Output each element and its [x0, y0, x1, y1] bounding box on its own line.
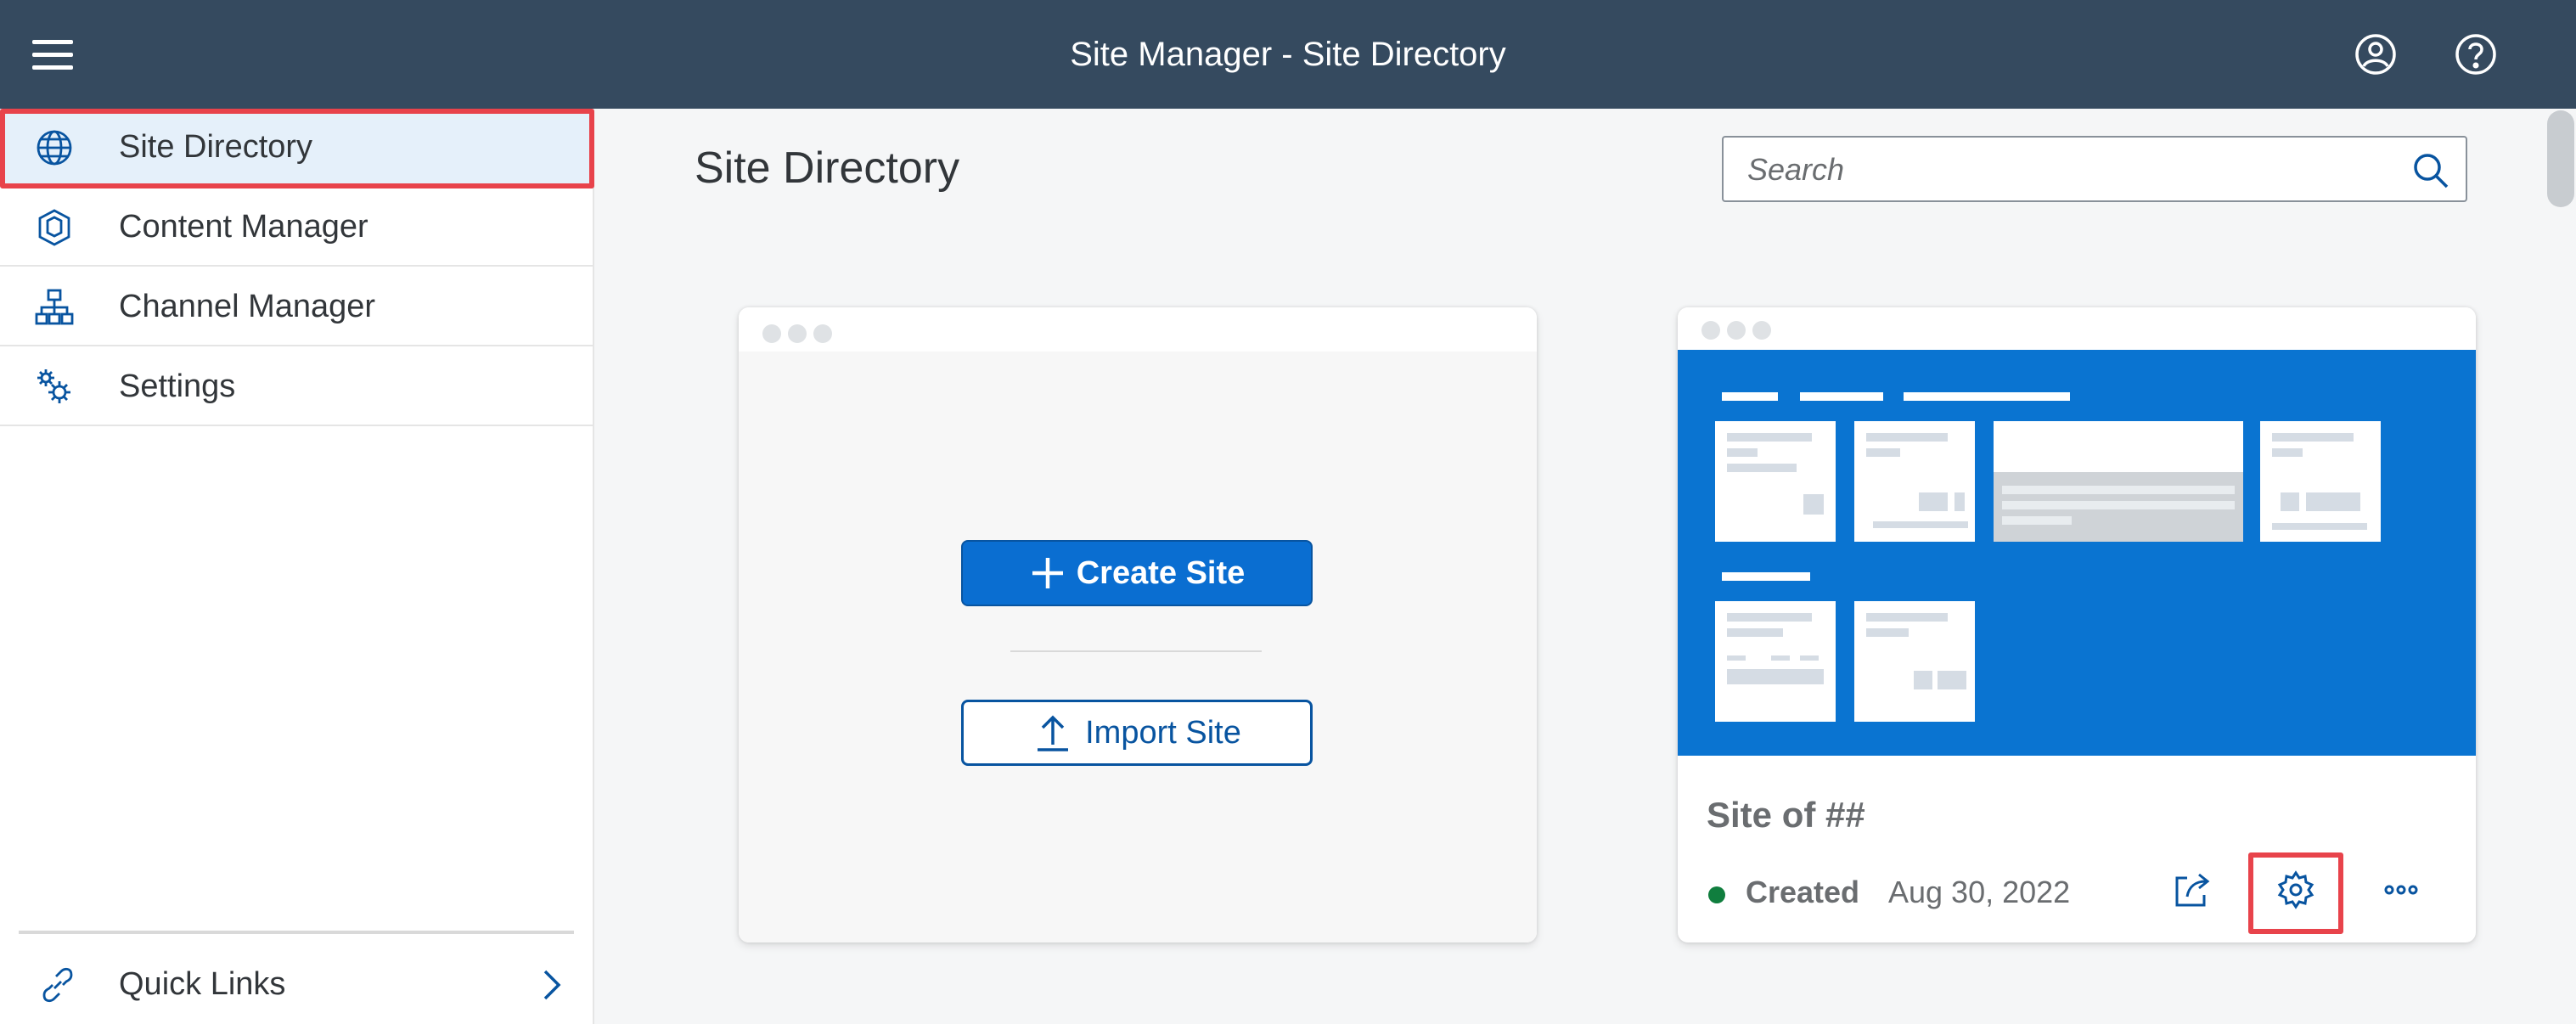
status-badge: Created	[1746, 875, 1860, 909]
share-icon[interactable]	[2168, 866, 2216, 914]
chevron-right-icon[interactable]	[533, 966, 571, 1004]
cube-icon	[34, 207, 75, 248]
link-icon	[37, 965, 78, 1005]
sidebar-divider	[19, 931, 574, 934]
globe-icon	[34, 127, 75, 168]
settings-icon[interactable]	[2272, 866, 2320, 914]
import-site-label: Import Site	[1085, 714, 1241, 751]
card-browser-bar	[739, 307, 1537, 352]
sidebar-item-label: Settings	[119, 368, 236, 404]
import-site-button[interactable]: Import Site	[961, 700, 1313, 766]
status-indicator	[1708, 886, 1725, 903]
more-icon[interactable]	[2377, 866, 2425, 914]
upload-icon	[1038, 715, 1069, 751]
sidebar-item-site-directory[interactable]: Site Directory	[0, 109, 593, 187]
help-icon[interactable]	[2452, 31, 2500, 78]
card-browser-bar	[1678, 307, 2476, 352]
sidebar-item-label: Site Directory	[119, 128, 313, 165]
page-title: Site Directory	[695, 143, 960, 193]
sidebar-item-content-manager[interactable]: Content Manager	[0, 188, 593, 267]
shell-title: Site Manager - Site Directory	[1070, 36, 1506, 73]
create-site-label: Create Site	[1076, 554, 1246, 591]
scrollbar-track	[2544, 109, 2576, 1024]
search-field	[1722, 136, 2467, 202]
plus-icon	[1032, 558, 1063, 588]
sidebar-item-label: Content Manager	[119, 208, 368, 245]
created-date: Aug 30, 2022	[1888, 875, 2071, 909]
shell-bar: Site Manager - Site Directory	[0, 0, 2576, 109]
new-site-card	[739, 307, 1537, 942]
sidebar-item-label: Channel Manager	[119, 288, 376, 324]
sidebar-item-quick-links[interactable]: Quick Links	[0, 949, 593, 1024]
user-avatar-icon[interactable]	[2352, 31, 2399, 78]
search-icon[interactable]	[2411, 151, 2450, 190]
hierarchy-icon	[34, 287, 75, 328]
site-card[interactable]	[1678, 307, 2476, 942]
site-preview-image	[1678, 350, 2476, 756]
scrollbar-thumb[interactable]	[2547, 110, 2574, 207]
site-name: Site of ##	[1707, 795, 1865, 835]
search-input[interactable]	[1747, 148, 2393, 192]
create-site-button[interactable]: Create Site	[961, 540, 1313, 606]
quick-links-label: Quick Links	[119, 966, 286, 1002]
side-navigation: Site Directory Content Manager Channel M…	[0, 109, 594, 1024]
sidebar-item-settings[interactable]: Settings	[0, 348, 593, 426]
sidebar-item-channel-manager[interactable]: Channel Manager	[0, 268, 593, 346]
card-separator	[1010, 650, 1262, 652]
gears-icon	[34, 367, 75, 408]
